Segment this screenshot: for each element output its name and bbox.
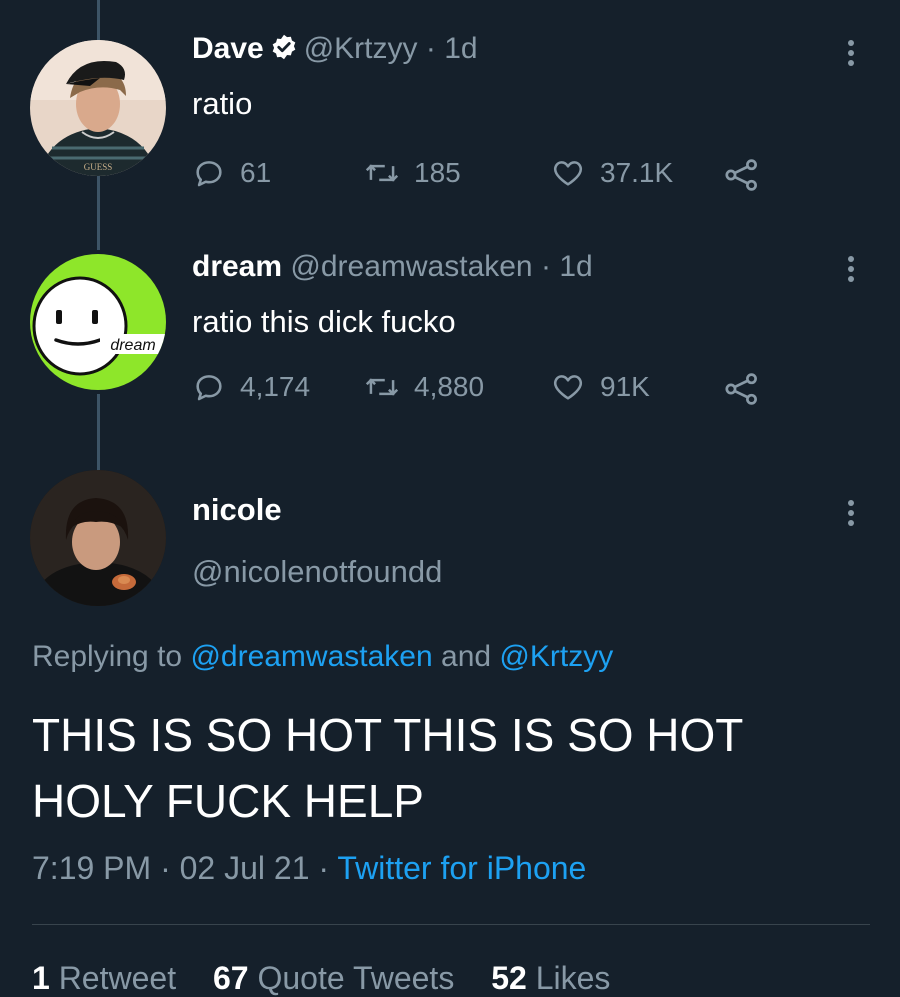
- replying-label: Replying to: [32, 640, 183, 673]
- replying-and: and: [441, 640, 492, 673]
- quote-tweets-stat[interactable]: 67 Quote Tweets: [213, 960, 454, 996]
- svg-text:dream: dream: [110, 337, 155, 354]
- retweet-icon: [365, 164, 399, 182]
- separator-dot: ·: [318, 850, 330, 886]
- handle[interactable]: @nicolenotfoundd: [192, 554, 442, 590]
- avatar-nicole[interactable]: [30, 470, 166, 606]
- retweets-count: 1: [32, 960, 50, 996]
- retweets-stat[interactable]: 1 Retweet: [32, 960, 176, 996]
- tweet-meta: 7:19 PM · 02 Jul 21 · Twitter for iPhone: [32, 850, 586, 887]
- retweet-count: 4,880: [414, 371, 485, 402]
- handle[interactable]: @Krtzyy: [304, 32, 418, 65]
- separator-dot: ·: [540, 250, 551, 283]
- reply-button[interactable]: 4,174: [192, 370, 310, 404]
- timestamp[interactable]: 1d: [559, 250, 592, 283]
- share-button[interactable]: [722, 370, 776, 408]
- share-button[interactable]: [722, 156, 776, 194]
- avatar-dream[interactable]: dream: [30, 254, 166, 390]
- mention-link[interactable]: @Krtzyy: [499, 640, 613, 673]
- tweet-dave[interactable]: GUESS Dave @Krtzyy · 1d ratio 61 185 37.1…: [0, 0, 900, 240]
- like-count: 91K: [600, 371, 650, 402]
- divider: [32, 924, 870, 925]
- share-icon: [725, 159, 757, 191]
- display-name[interactable]: Dave: [192, 32, 264, 65]
- share-icon: [725, 373, 757, 405]
- retweet-count: 185: [414, 157, 461, 188]
- like-count: 37.1K: [600, 157, 674, 188]
- tweet-header: dream @dreamwastaken · 1d: [192, 250, 593, 284]
- tweet-text: THIS IS SO HOT THIS IS SO HOT HOLY FUCK …: [32, 709, 743, 827]
- verified-badge-icon: [270, 33, 298, 69]
- separator-dot: ·: [160, 850, 171, 886]
- more-options-icon[interactable]: [846, 40, 856, 70]
- retweet-icon: [365, 378, 399, 396]
- tweet-actions: 4,174 4,880 91K: [192, 370, 772, 414]
- tweet-text: ratio this dick fucko: [192, 304, 456, 339]
- mention-link[interactable]: @dreamwastaken: [190, 640, 432, 673]
- tweet-date[interactable]: 02 Jul 21: [180, 850, 310, 886]
- reply-icon: [196, 161, 222, 187]
- timestamp[interactable]: 1d: [444, 32, 477, 65]
- like-button[interactable]: 91K: [550, 370, 650, 404]
- separator-dot: ·: [425, 32, 436, 65]
- heart-icon: [553, 375, 583, 400]
- tweet-actions: 61 185 37.1K: [192, 156, 772, 200]
- retweets-label: Retweet: [58, 960, 177, 996]
- retweet-button[interactable]: 4,880: [364, 370, 484, 404]
- heart-icon: [553, 161, 583, 186]
- display-name[interactable]: nicole: [192, 492, 282, 528]
- more-options-icon[interactable]: [846, 256, 856, 286]
- likes-stat[interactable]: 52 Likes: [491, 960, 610, 996]
- more-options-icon[interactable]: [846, 500, 856, 530]
- tweet-source[interactable]: Twitter for iPhone: [337, 850, 586, 886]
- reply-button[interactable]: 61: [192, 156, 271, 190]
- engagement-stats: 1 Retweet 67 Quote Tweets 52 Likes: [32, 960, 638, 997]
- avatar-dave[interactable]: GUESS: [30, 40, 166, 176]
- reply-icon: [196, 375, 222, 401]
- tweet-dream[interactable]: dream dream @dreamwastaken · 1d ratio th…: [0, 240, 900, 460]
- likes-count: 52: [491, 960, 527, 996]
- quote-tweets-label: Quote Tweets: [257, 960, 455, 996]
- quote-tweets-count: 67: [212, 960, 249, 996]
- tweet-text: ratio: [192, 86, 253, 121]
- like-button[interactable]: 37.1K: [550, 156, 673, 190]
- reply-count: 61: [240, 157, 272, 188]
- likes-label: Likes: [535, 960, 611, 996]
- handle[interactable]: @dreamwastaken: [290, 250, 532, 283]
- reply-count: 4,174: [240, 371, 311, 402]
- retweet-button[interactable]: 185: [364, 156, 461, 190]
- display-name[interactable]: dream: [192, 250, 282, 283]
- tweet-time[interactable]: 7:19 PM: [32, 850, 151, 886]
- svg-text:GUESS: GUESS: [84, 162, 113, 172]
- replying-to: Replying to @dreamwastaken and @Krtzyy: [32, 640, 613, 674]
- tweet-header: Dave @Krtzyy · 1d: [192, 32, 478, 69]
